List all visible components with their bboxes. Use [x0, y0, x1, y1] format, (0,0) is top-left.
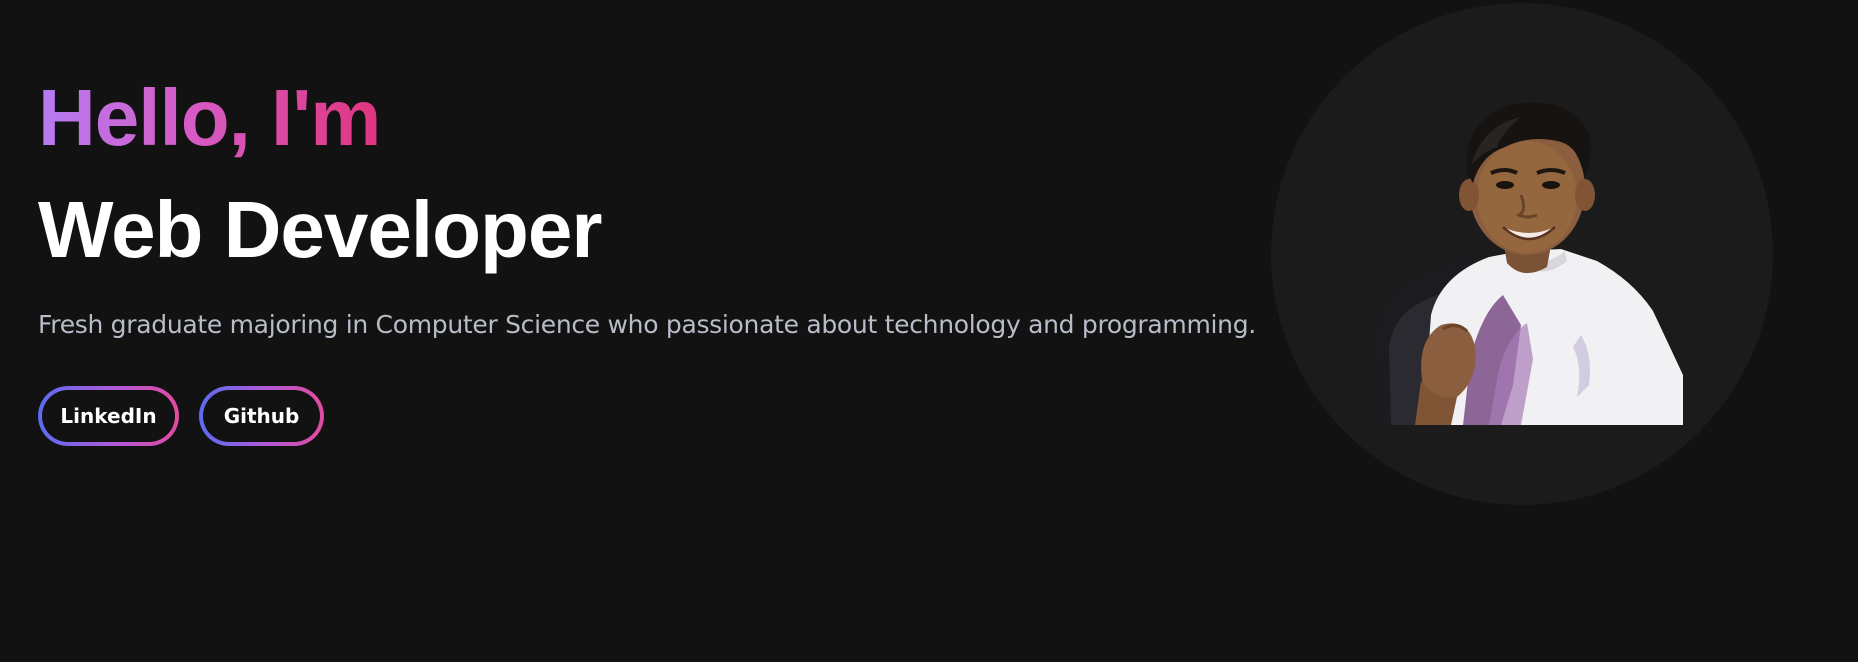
social-buttons: LinkedIn Github: [38, 386, 1268, 446]
linkedin-button-label: LinkedIn: [42, 390, 175, 442]
hero-section: Hello, I'm Web Developer Fresh graduate …: [0, 0, 1858, 662]
profile-photo-circle: [1271, 3, 1773, 505]
bio-text: Fresh graduate majoring in Computer Scie…: [38, 310, 1256, 339]
profile-portrait: [1377, 102, 1683, 425]
linkedin-button[interactable]: LinkedIn: [38, 386, 179, 446]
greeting-heading: Hello, I'm: [38, 62, 381, 174]
github-button-label: Github: [203, 390, 320, 442]
github-button[interactable]: Github: [199, 386, 324, 446]
role-heading: Web Developer: [38, 185, 602, 274]
hero-text: Hello, I'm Web Developer Fresh graduate …: [38, 62, 1268, 446]
